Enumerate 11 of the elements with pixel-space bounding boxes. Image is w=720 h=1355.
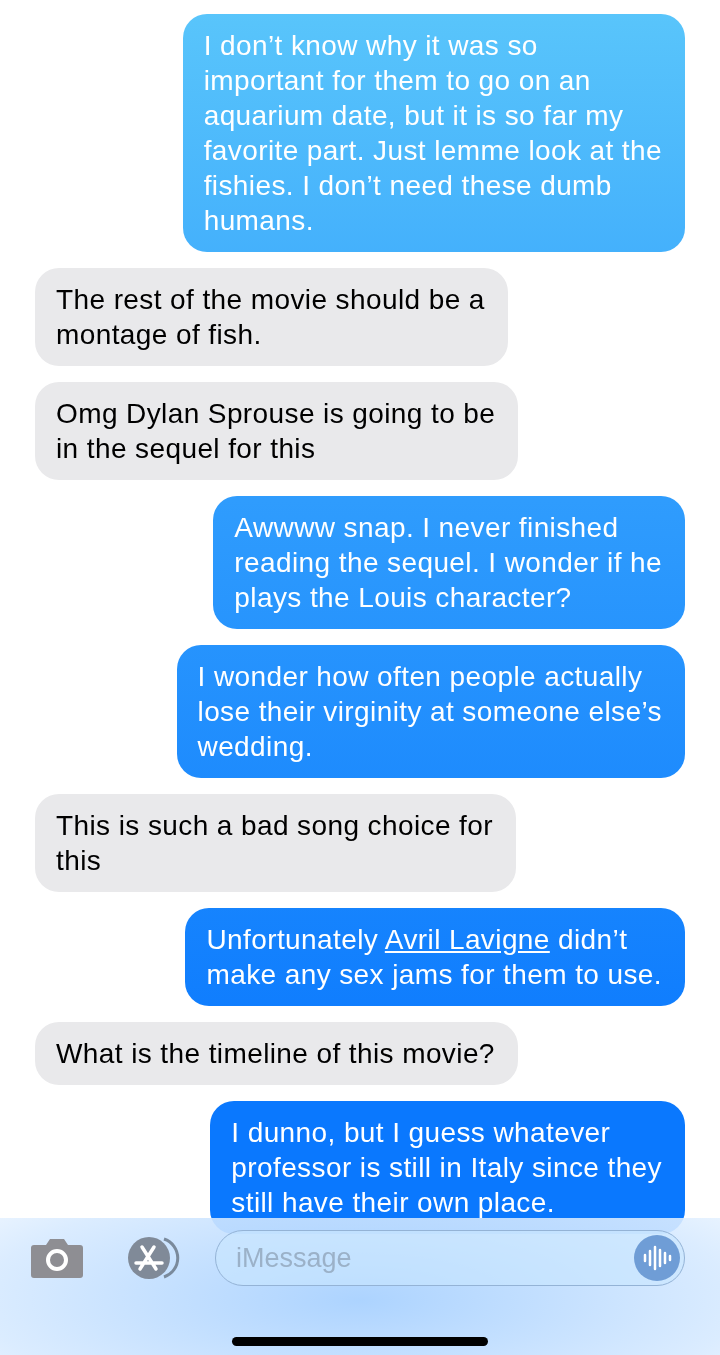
received-message-bubble: What is the timeline of this movie? <box>35 1022 518 1085</box>
sent-message-bubble: Awwww snap. I never finished reading the sequel. I wonder if he plays the Louis character? <box>213 496 685 629</box>
sent-message-bubble: I don’t know why it was so important for them to go on an aquarium date, but it is so far my favorite part. Just lemme look at the fishies. I don’t need these dumb humans. <box>182 14 685 252</box>
received-message-bubble: This is such a bad song choice for this <box>35 794 516 892</box>
message-link[interactable]: Avril Lavigne <box>384 924 550 955</box>
camera-icon[interactable] <box>30 1237 84 1279</box>
sent-message-bubble: Unfortunately Avril Lavigne didn’t make any sex jams for them to use. <box>185 908 685 1006</box>
voice-icon[interactable] <box>634 1235 680 1281</box>
received-message-bubble: Omg Dylan Sprouse is going to be in the sequel for this <box>35 382 519 480</box>
received-message-bubble: The rest of the movie should be a montage of fish. <box>35 268 508 366</box>
sent-message-bubble: I wonder how often people actually lose their virginity at someone else’s wedding. <box>176 645 685 778</box>
